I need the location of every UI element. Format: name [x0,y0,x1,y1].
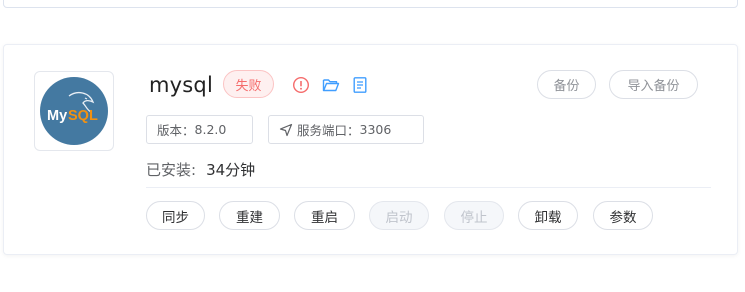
sync-button[interactable]: 同步 [146,201,205,230]
mysql-logo-icon: My SQL [40,77,108,145]
import-backup-button[interactable]: 导入备份 [609,70,698,99]
version-value: 8.2.0 [194,122,227,137]
stop-button[interactable]: 停止 [444,201,504,230]
document-icon [353,77,367,93]
app-card: My SQL mysql 失败 备份 导入备份 版本： 8.2.0 服务端口： … [3,44,738,255]
folder-open-icon [322,79,340,92]
installed-value: 34分钟 [206,161,256,179]
version-label: 版本： [157,123,195,138]
port-label: 服务端口： [297,123,360,138]
version-tag: 版本： 8.2.0 [146,115,253,144]
installed-label: 已安装: [146,161,197,179]
error-info-button[interactable] [292,76,310,94]
app-name: mysql [149,73,213,97]
restart-button[interactable]: 重启 [294,201,355,230]
rebuild-button[interactable]: 重建 [219,201,280,230]
start-button[interactable]: 启动 [369,201,429,230]
divider [146,187,711,188]
status-badge: 失败 [223,70,274,98]
port-value: 3306 [359,122,392,137]
view-log-button[interactable] [351,76,369,94]
params-button[interactable]: 参数 [593,201,653,230]
backup-button[interactable]: 备份 [537,70,596,99]
port-tag[interactable]: 服务端口： 3306 [268,115,424,144]
installed-duration: 已安装: 34分钟 [146,159,255,180]
app-logo: My SQL [34,71,114,151]
open-folder-button[interactable] [322,76,340,94]
uninstall-button[interactable]: 卸载 [518,201,578,230]
location-arrow-icon [279,123,293,136]
logo-text-sql: SQL [68,108,98,124]
logo-text-my: My [47,108,67,124]
exclamation-circle-icon [292,76,310,94]
previous-app-card [3,0,738,8]
